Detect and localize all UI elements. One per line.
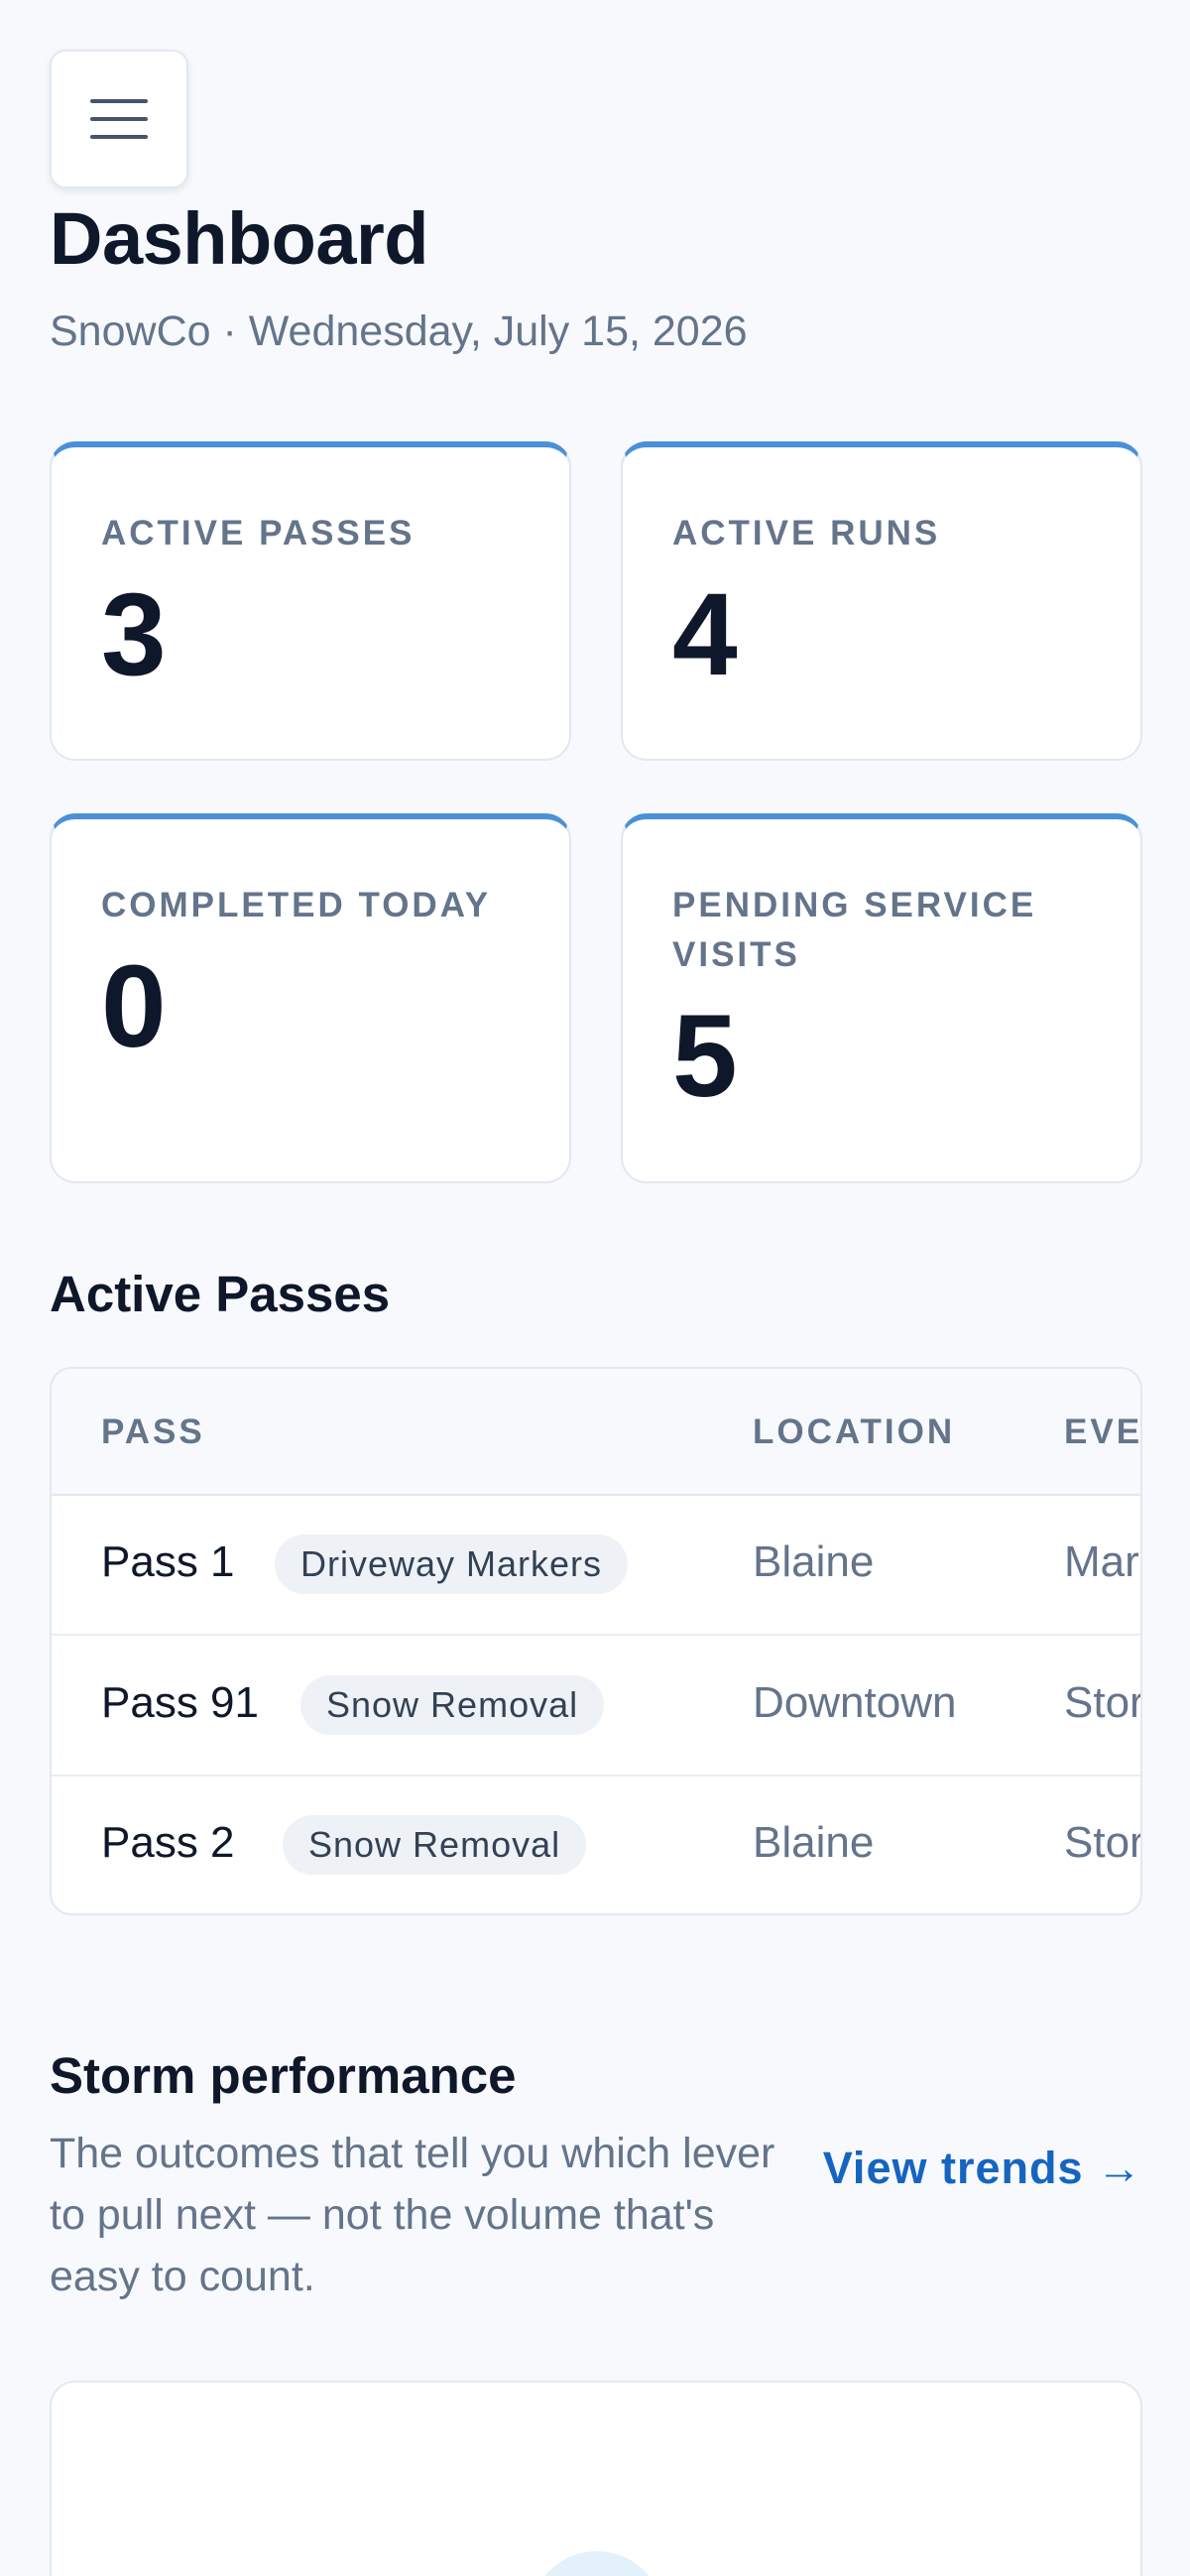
pass-location: Downtown (753, 1678, 957, 1727)
page-title: Dashboard (50, 197, 429, 280)
storm-performance-description: The outcomes that tell you which lever t… (50, 2130, 775, 2300)
metric-circle-icon (530, 2551, 664, 2576)
column-header-event[interactable]: EVE (1064, 1412, 1140, 1452)
stat-value: 3 (101, 569, 167, 700)
storm-performance-card (50, 2381, 1142, 2576)
table-row[interactable]: Pass 2 Snow Removal Blaine Stor (52, 1777, 1142, 1913)
pass-location: Blaine (753, 1537, 875, 1586)
active-passes-table[interactable]: PASS LOCATION EVE Pass 1 Driveway Marker… (50, 1367, 1142, 1915)
stat-card-completed-today: COMPLETED TODAY 0 (50, 813, 571, 1183)
stat-card-active-passes: ACTIVE PASSES 3 (50, 441, 571, 761)
stat-value: 4 (672, 569, 738, 700)
stat-label: ACTIVE PASSES (101, 514, 416, 552)
pass-type-tag: Snow Removal (283, 1815, 587, 1875)
view-trends-link[interactable]: View trends → (823, 2143, 1142, 2194)
hamburger-menu-icon (90, 99, 148, 139)
pass-name[interactable]: Pass 2 (101, 1818, 235, 1868)
pass-type-tag: Driveway Markers (275, 1534, 629, 1594)
active-passes-title: Active Passes (50, 1266, 391, 1322)
stat-label: COMPLETED TODAY (101, 886, 492, 924)
pass-event: Stor (1064, 1818, 1142, 1867)
table-row[interactable]: Pass 91 Snow Removal Downtown Stor (52, 1637, 1140, 1777)
pass-name[interactable]: Pass 1 (101, 1537, 235, 1587)
stat-value: 5 (672, 991, 738, 1122)
column-header-location[interactable]: LOCATION (753, 1412, 955, 1452)
pass-location: Blaine (753, 1818, 875, 1867)
stat-label: PENDING SERVICE VISITS (672, 886, 1037, 974)
stat-card-pending-service-visits: PENDING SERVICE VISITS 5 (621, 813, 1142, 1183)
table-header-row: PASS LOCATION EVE (52, 1369, 1140, 1496)
stat-card-active-runs: ACTIVE RUNS 4 (621, 441, 1142, 761)
column-header-pass[interactable]: PASS (101, 1412, 205, 1452)
table-row[interactable]: Pass 1 Driveway Markers Blaine Mar (52, 1496, 1140, 1636)
stat-label: ACTIVE RUNS (672, 514, 941, 552)
storm-performance-title: Storm performance (50, 2047, 517, 2104)
menu-button[interactable] (50, 50, 188, 188)
pass-type-tag: Snow Removal (300, 1675, 605, 1735)
pass-event: Stor (1064, 1678, 1142, 1727)
page-subtitle: SnowCo · Wednesday, July 15, 2026 (50, 307, 748, 355)
pass-name[interactable]: Pass 91 (101, 1678, 259, 1728)
stat-value: 0 (101, 941, 167, 1072)
pass-event: Mar (1064, 1537, 1139, 1586)
